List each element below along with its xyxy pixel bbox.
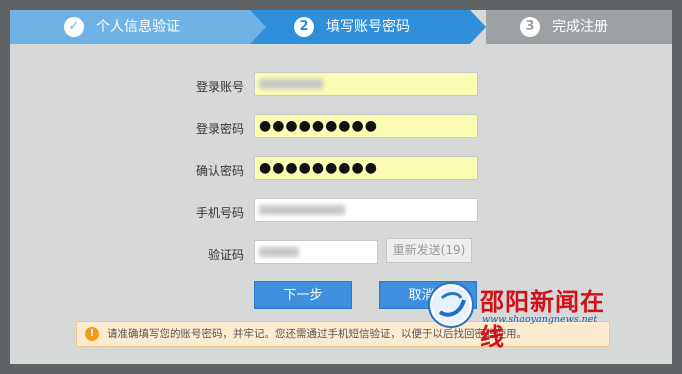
checkmark-icon: ✓ <box>64 17 84 37</box>
globe-icon <box>428 282 474 328</box>
resend-code-button[interactable]: 重新发送(19) <box>386 238 472 263</box>
code-value-redacted <box>259 247 299 257</box>
step-2-label: 填写账号密码 <box>326 19 410 35</box>
step-1-label: 个人信息验证 <box>96 19 180 35</box>
password-input[interactable]: ●●●●●●●●● <box>254 114 478 138</box>
phone-value-redacted <box>259 205 345 215</box>
password-label: 登录密码 <box>195 122 244 136</box>
step-2-number: 2 <box>294 17 314 37</box>
warning-icon: ! <box>85 327 99 341</box>
confirm-password-label: 确认密码 <box>195 164 244 178</box>
account-label: 登录账号 <box>195 80 244 94</box>
next-step-button[interactable]: 下一步 <box>254 281 352 309</box>
confirm-password-input[interactable]: ●●●●●●●●● <box>254 156 478 180</box>
step-3-number: 3 <box>520 17 540 37</box>
step-1-arrow <box>250 10 266 44</box>
watermark-logo: 邵阳新闻在线 www.shaoyangnews.net <box>428 282 628 351</box>
registration-window: ✓ 个人信息验证 2 填写账号密码 3 完成注册 登录账号 登录密码 ●●●●●… <box>0 0 682 374</box>
confirm-password-value: ●●●●●●●●● <box>259 160 378 176</box>
watermark-url: www.shaoyangnews.net <box>482 314 598 325</box>
verification-code-input[interactable] <box>254 240 378 264</box>
phone-label: 手机号码 <box>195 206 244 220</box>
account-input[interactable] <box>254 72 478 96</box>
verification-code-label: 验证码 <box>207 248 244 262</box>
account-value-redacted <box>259 79 323 89</box>
phone-input[interactable] <box>254 198 478 222</box>
step-2-arrow <box>470 10 486 44</box>
step-3-label: 完成注册 <box>552 19 608 35</box>
password-value: ●●●●●●●●● <box>259 118 378 134</box>
step-progress-bar: ✓ 个人信息验证 2 填写账号密码 3 完成注册 <box>10 10 672 44</box>
